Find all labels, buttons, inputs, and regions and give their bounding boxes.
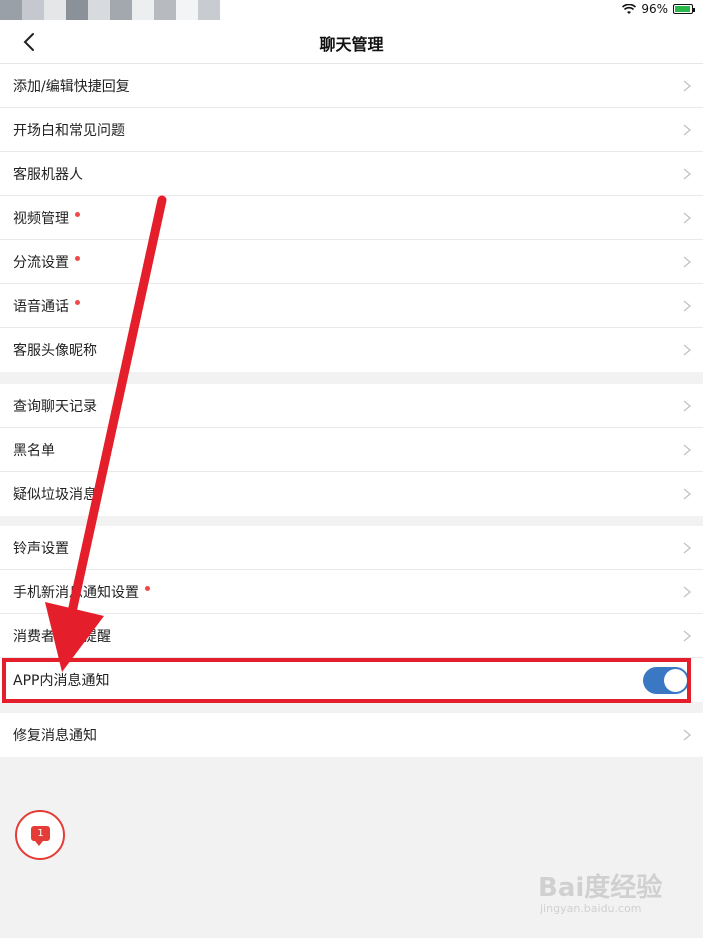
floating-chat-button[interactable]: 1 xyxy=(15,810,65,860)
wifi-icon xyxy=(622,3,637,14)
watermark-url: jingyan.baidu.com xyxy=(540,902,642,915)
new-badge-dot xyxy=(75,212,80,217)
chevron-right-icon xyxy=(683,124,692,136)
nav-bar: 聊天管理 xyxy=(0,20,703,64)
settings-row-label: 开场白和常见问题 xyxy=(13,122,125,139)
status-indicators: 96% xyxy=(622,2,695,16)
settings-row[interactable]: 手机新消息通知设置 xyxy=(0,570,703,614)
settings-row-label: 添加/编辑快捷回复 xyxy=(13,78,130,95)
chevron-right-icon xyxy=(683,630,692,642)
chevron-right-icon xyxy=(683,344,692,356)
chevron-right-icon xyxy=(683,586,692,598)
settings-row-label: 客服头像昵称 xyxy=(13,343,97,359)
settings-row[interactable]: 修复消息通知 xyxy=(0,713,703,757)
chevron-right-icon xyxy=(683,80,692,92)
settings-row[interactable]: 视频管理 xyxy=(0,196,703,240)
app-notification-toggle[interactable] xyxy=(643,667,689,694)
settings-row-label: 铃声设置 xyxy=(13,540,69,557)
chevron-right-icon xyxy=(683,256,692,268)
settings-row[interactable]: 开场白和常见问题 xyxy=(0,108,703,152)
settings-group: 修复消息通知 xyxy=(0,713,703,757)
settings-row[interactable]: 消费者留言提醒 xyxy=(0,614,703,658)
new-badge-dot xyxy=(145,586,150,591)
new-badge-dot xyxy=(75,256,80,261)
battery-percent: 96% xyxy=(641,2,668,16)
chevron-right-icon xyxy=(683,729,692,741)
chat-bubble-icon: 1 xyxy=(31,826,50,846)
settings-row[interactable]: 分流设置 xyxy=(0,240,703,284)
settings-row[interactable]: 语音通话 xyxy=(0,284,703,328)
settings-group: 铃声设置手机新消息通知设置 消费者留言提醒 APP内消息通知 xyxy=(0,526,703,702)
settings-row[interactable]: APP内消息通知 xyxy=(0,658,703,702)
settings-row-label: 黑名单 xyxy=(13,442,55,459)
settings-row-label: 修复消息通知 xyxy=(13,728,97,744)
watermark: Bai度经验 jingyan.baidu.com xyxy=(538,862,688,922)
page-title: 聊天管理 xyxy=(319,35,384,54)
settings-row-label: 消费者留言提醒 xyxy=(13,628,111,645)
settings-row[interactable]: 添加/编辑快捷回复 xyxy=(0,64,703,108)
blurred-status-area xyxy=(0,0,220,20)
settings-row-label: 分流设置 xyxy=(13,254,69,271)
settings-row[interactable]: 客服头像昵称 xyxy=(0,328,703,372)
chevron-right-icon xyxy=(683,400,692,412)
settings-row[interactable]: 疑似垃圾消息 xyxy=(0,472,703,516)
settings-row-label: 查询聊天记录 xyxy=(13,398,97,415)
settings-row-label: 语音通话 xyxy=(13,298,69,315)
settings-row[interactable]: 铃声设置 xyxy=(0,526,703,570)
settings-row[interactable]: 客服机器人 xyxy=(0,152,703,196)
settings-group: 添加/编辑快捷回复 开场白和常见问题 客服机器人视频管理分流设置语音通话客服头像昵称 xyxy=(0,64,703,372)
chevron-right-icon xyxy=(683,444,692,456)
chevron-right-icon xyxy=(683,212,692,224)
new-badge-dot xyxy=(75,300,80,305)
settings-row-label: APP内消息通知 xyxy=(13,673,110,689)
settings-row[interactable]: 查询聊天记录 xyxy=(0,384,703,428)
chevron-right-icon xyxy=(683,488,692,500)
toggle-knob xyxy=(664,669,687,692)
settings-row-label: 手机新消息通知设置 xyxy=(13,584,139,601)
chevron-right-icon xyxy=(683,300,692,312)
settings-row-label: 客服机器人 xyxy=(13,166,83,183)
chevron-right-icon xyxy=(683,542,692,554)
chevron-right-icon xyxy=(683,168,692,180)
watermark-text: Bai度经验 xyxy=(538,873,663,903)
settings-row[interactable]: 黑名单 xyxy=(0,428,703,472)
settings-group: 查询聊天记录 黑名单疑似垃圾消息 xyxy=(0,384,703,516)
battery-icon xyxy=(673,4,695,14)
status-bar: 96% xyxy=(0,0,703,20)
settings-row-label: 疑似垃圾消息 xyxy=(13,487,97,503)
settings-row-label: 视频管理 xyxy=(13,210,69,227)
